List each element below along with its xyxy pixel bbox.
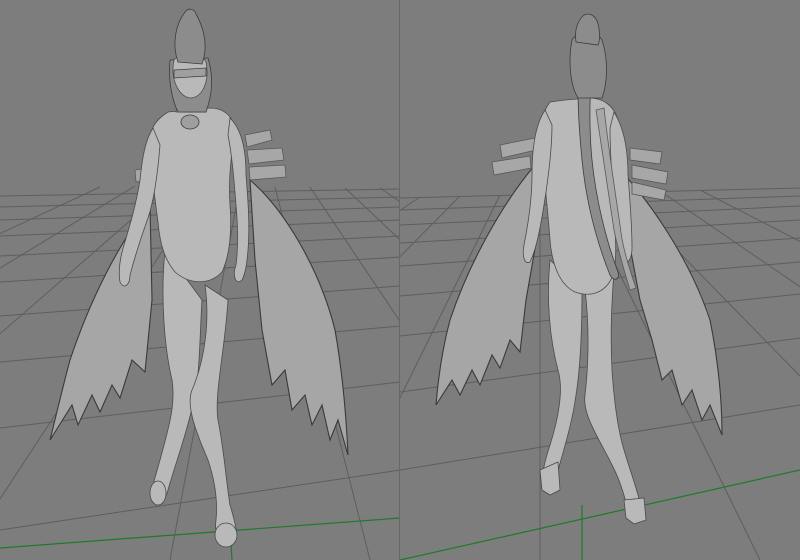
- beehive-hair-front: [174, 8, 206, 65]
- viewport-front-canvas[interactable]: [0, 0, 400, 560]
- viewport-back-canvas[interactable]: [400, 0, 800, 560]
- x-axis-line-back: [400, 469, 800, 560]
- cape-left-back: [435, 163, 541, 406]
- chest-gem-front: [180, 114, 200, 130]
- viewport-container: [0, 0, 800, 560]
- character-model-back[interactable]: [435, 13, 723, 525]
- left-leg-back: [541, 259, 583, 493]
- right-heel-back: [623, 497, 647, 525]
- glasses-front: [173, 67, 207, 79]
- right-leg-back: [584, 269, 643, 519]
- viewport-back[interactable]: [400, 0, 800, 560]
- left-boot-front: [149, 480, 167, 506]
- left-heel-back: [539, 461, 561, 496]
- right-boot-front: [214, 522, 238, 548]
- viewport-front[interactable]: [0, 0, 400, 560]
- cape-right-back: [614, 163, 723, 436]
- left-leg-front: [151, 248, 203, 503]
- beehive-hair-back: [575, 13, 600, 46]
- x-axis-line-front: [0, 517, 400, 549]
- character-model-front[interactable]: [49, 8, 349, 548]
- right-arm-front: [227, 117, 250, 283]
- torso-front: [149, 107, 237, 283]
